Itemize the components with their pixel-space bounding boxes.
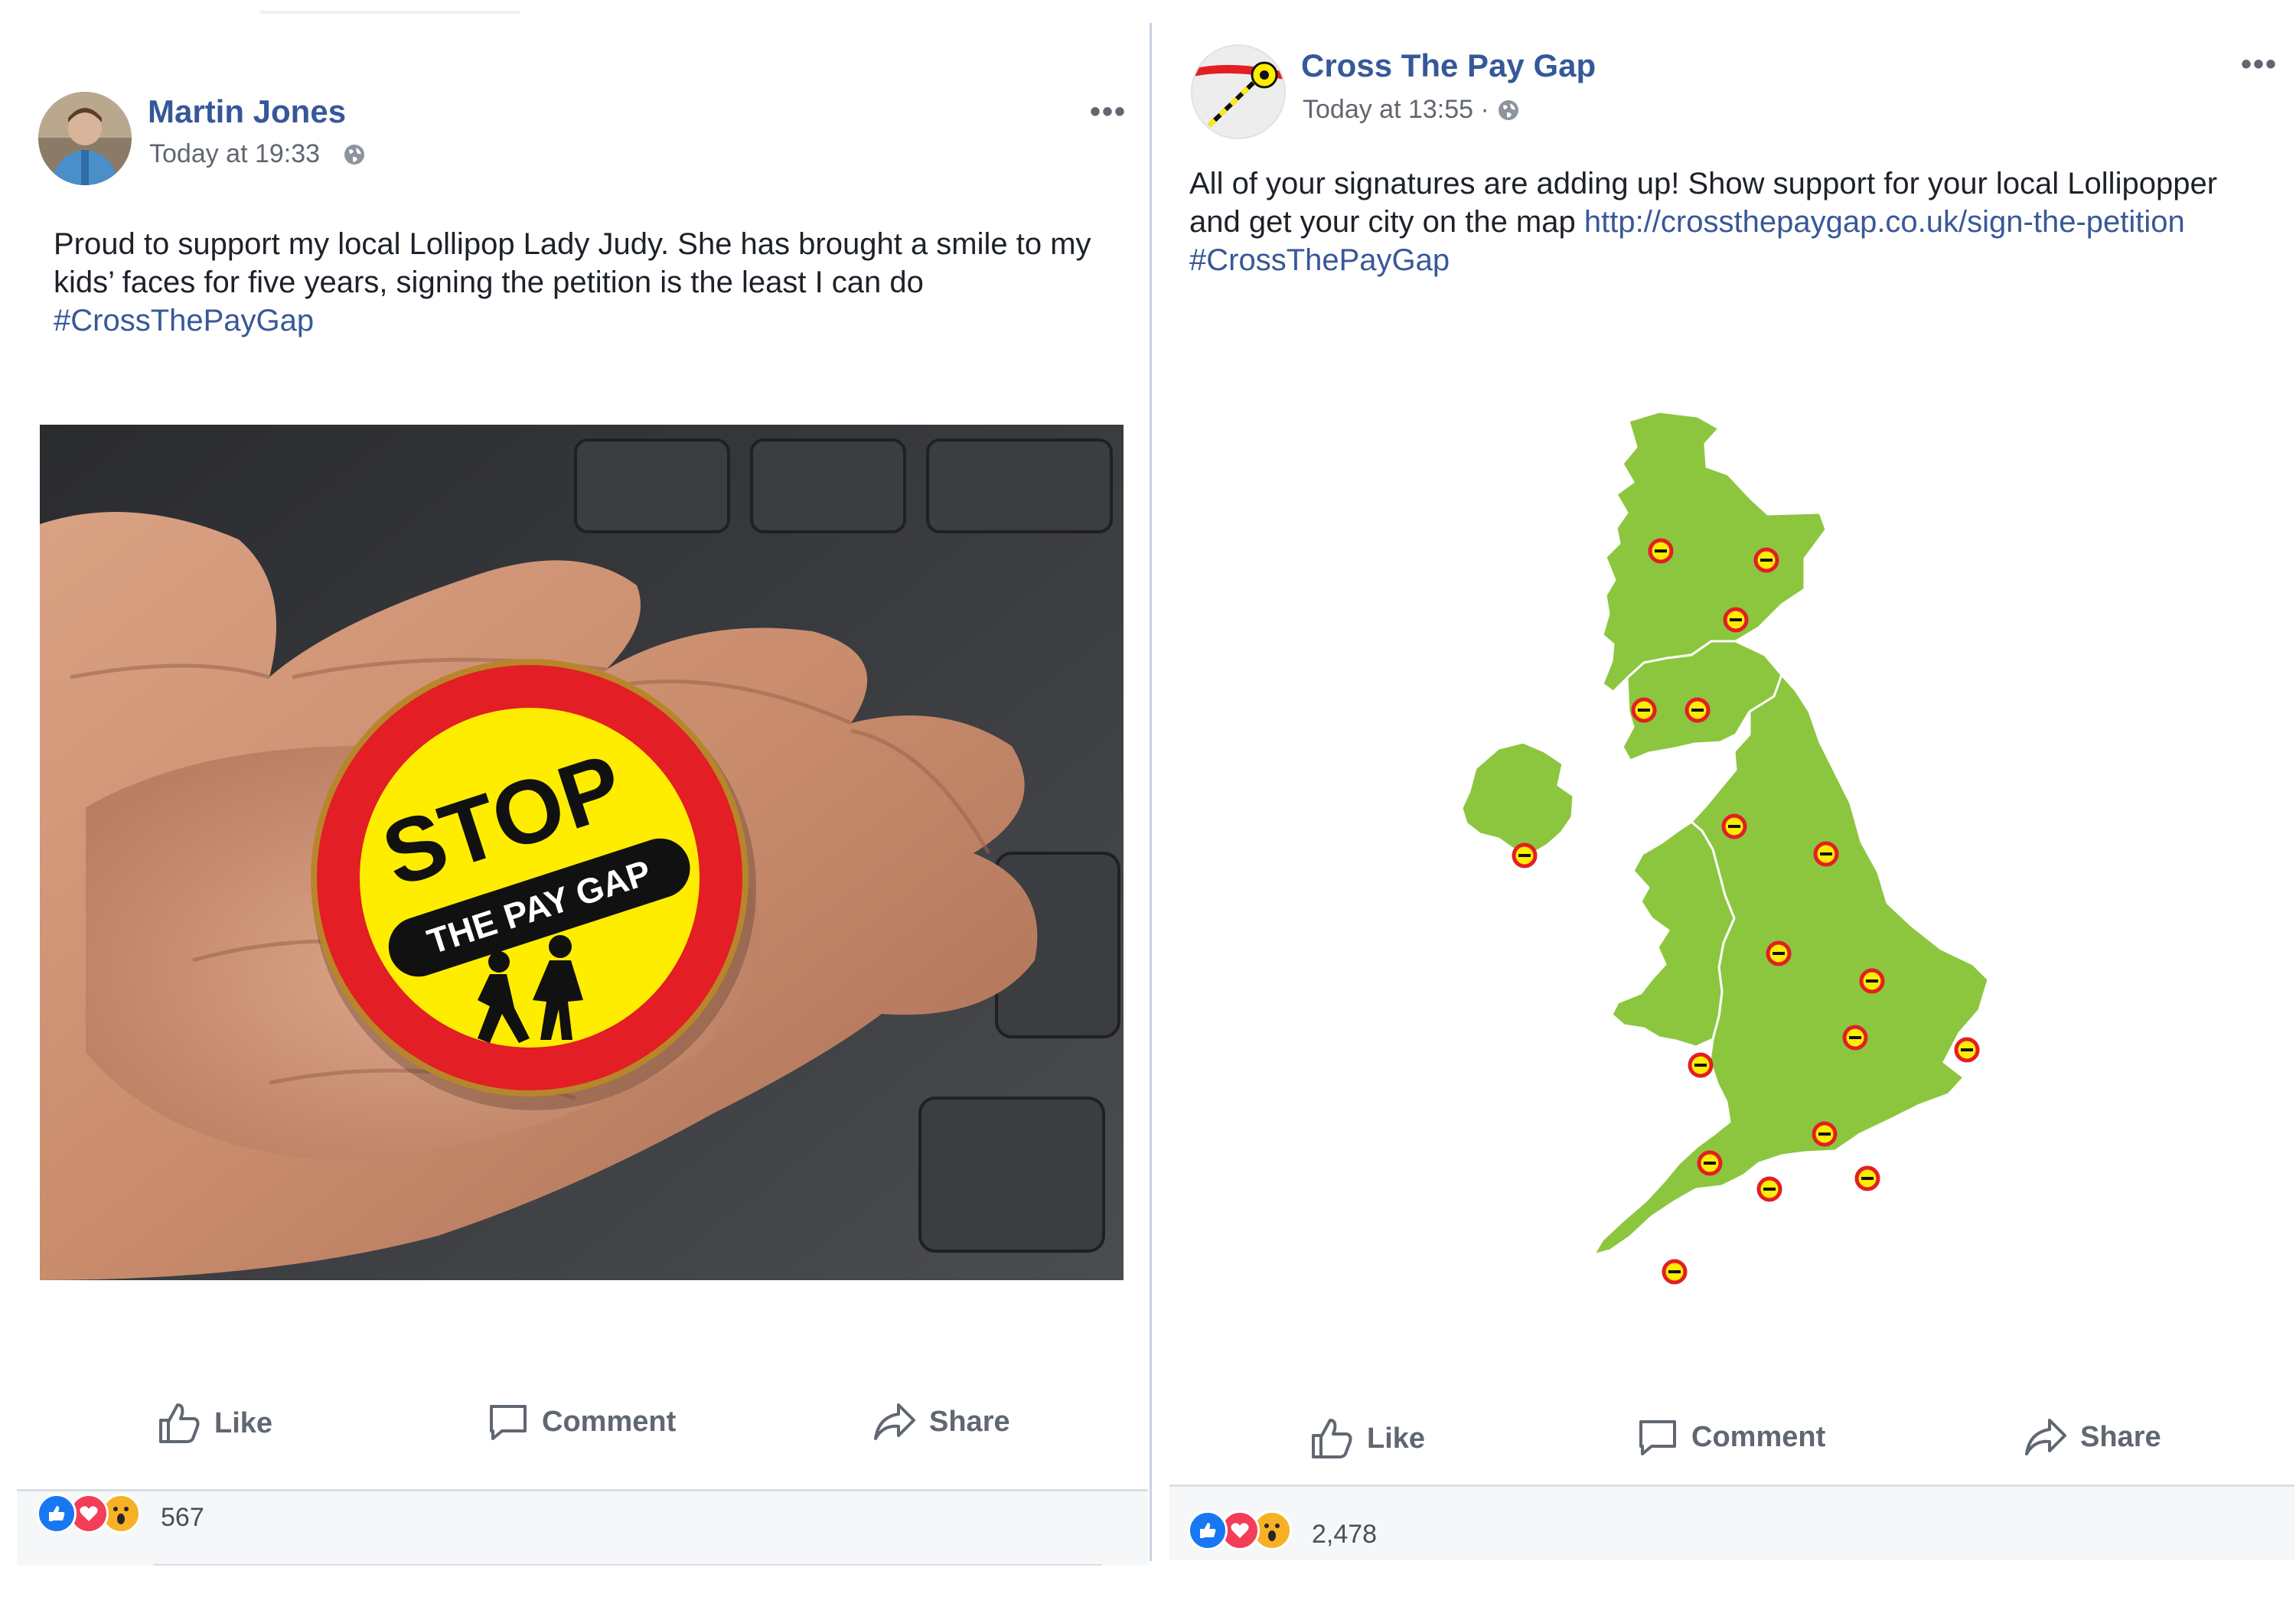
author-name[interactable]: Martin Jones — [148, 93, 346, 130]
more-options-button[interactable]: ••• — [2241, 47, 2278, 82]
share-button[interactable]: Share — [872, 1400, 1010, 1443]
comment-button[interactable]: Comment — [1636, 1416, 1825, 1458]
more-options-button[interactable]: ••• — [1090, 95, 1127, 129]
post-martin-jones: Martin Jones Today at 19:33 ••• Proud to… — [0, 0, 1151, 1623]
share-icon — [874, 1403, 915, 1440]
reaction-count[interactable]: 2,478 — [1312, 1520, 1377, 1550]
like-label: Like — [214, 1406, 273, 1439]
post-cross-the-pay-gap: Cross The Pay Gap Today at 13:55 · ••• A… — [1154, 0, 2296, 1623]
globe-icon — [343, 143, 366, 166]
post-body: Proud to support my local Lollipop Lady … — [54, 227, 1091, 299]
hashtag-link[interactable]: #CrossThePayGap — [54, 301, 1102, 340]
page-avatar[interactable] — [1191, 44, 1286, 139]
timestamp[interactable]: Today at 19:33 — [149, 139, 320, 169]
thumbs-up-icon — [159, 1403, 200, 1443]
comment-label: Comment — [1691, 1420, 1826, 1453]
hashtag-link[interactable]: #CrossThePayGap — [1189, 241, 2284, 279]
post-body-line2: and get your city on the map — [1189, 205, 1584, 239]
like-button[interactable]: Like — [1309, 1416, 1425, 1462]
comment-label: Comment — [542, 1405, 677, 1438]
comment-icon — [1639, 1420, 1676, 1455]
petition-link[interactable]: http://crossthepaygap.co.uk/sign-the-pet… — [1584, 205, 2185, 239]
timestamp[interactable]: Today at 13:55 · — [1303, 95, 1489, 125]
post-meta: Today at 13:55 · — [1303, 95, 1520, 125]
page-name[interactable]: Cross The Pay Gap — [1301, 47, 1596, 84]
bottom-rule — [153, 1564, 1102, 1566]
comment-button[interactable]: Comment — [487, 1400, 676, 1443]
like-reaction-icon — [37, 1494, 77, 1533]
uk-map-image[interactable] — [1422, 398, 2080, 1331]
comment-icon — [490, 1405, 527, 1440]
reaction-count[interactable]: 567 — [161, 1503, 204, 1533]
globe-icon — [1497, 99, 1520, 122]
like-reaction-icon — [1188, 1511, 1228, 1550]
reaction-icons[interactable] — [1188, 1511, 1292, 1550]
share-button[interactable]: Share — [2024, 1416, 2161, 1458]
share-label: Share — [929, 1405, 1010, 1438]
post-meta: Today at 19:33 — [149, 139, 366, 169]
reaction-icons[interactable] — [37, 1494, 141, 1533]
like-button[interactable]: Like — [156, 1400, 272, 1446]
post-text: All of your signatures are adding up! Sh… — [1189, 165, 2284, 279]
post-body-line1: All of your signatures are adding up! Sh… — [1189, 167, 2218, 200]
avatar[interactable] — [38, 92, 132, 185]
post-photo[interactable]: STOP THE PAY GAP — [40, 425, 1124, 1280]
share-label: Share — [2080, 1420, 2161, 1453]
like-label: Like — [1367, 1422, 1426, 1455]
share-icon — [2025, 1419, 2066, 1455]
post-text: Proud to support my local Lollipop Lady … — [54, 225, 1102, 340]
thumbs-up-icon — [1312, 1419, 1352, 1458]
